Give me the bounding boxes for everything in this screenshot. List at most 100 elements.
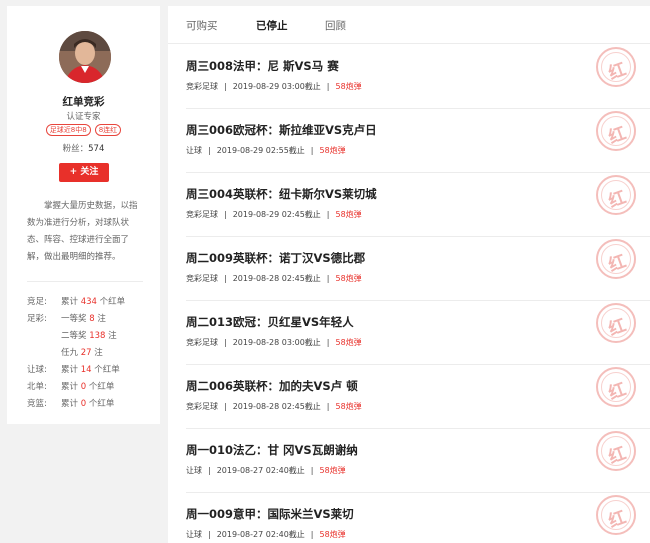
lottery-type: 让球 (186, 466, 202, 475)
recommendation-item[interactable]: 周二009英联杯：诺丁汉VS德比郡 竞彩足球 | 2019-08-28 02:45截止… (168, 236, 650, 300)
stamp-text: 红 (605, 315, 629, 341)
stat-prefix: 累计 (61, 382, 81, 392)
meta-separator: | (208, 466, 211, 475)
achievement-tag: 8连红 (94, 124, 122, 136)
red-result-stamp-icon: 红 (596, 111, 636, 151)
recommendation-item[interactable]: 周三006欧冠杯：斯拉维亚VS克卢日 让球 | 2019-08-29 02:55截止 |… (168, 108, 650, 172)
divider (27, 281, 143, 282)
recommendation-item[interactable]: 周三004英联杯：纽卡斯尔VS莱切城 竞彩足球 | 2019-08-29 02:45截… (168, 172, 650, 236)
meta-separator: | (208, 530, 211, 539)
item-meta: 让球 | 2019-08-27 02:40截止 | 58炮弹 (186, 529, 346, 540)
stat-value: 27 (80, 348, 92, 358)
red-result-stamp-icon: 红 (596, 239, 636, 279)
meta-separator: | (224, 82, 227, 91)
meta-separator: | (326, 402, 330, 411)
stat-row: 北单: 累计 0 个红单 (27, 379, 157, 396)
stat-prefix: 累计 (61, 399, 81, 409)
price: 58炮弹 (335, 402, 362, 411)
stat-suffix: 个红单 (91, 365, 120, 375)
lottery-type: 竞彩足球 (186, 274, 218, 283)
stat-prefix: 任九 (61, 348, 81, 358)
stamp-text: 红 (605, 187, 629, 213)
lottery-type: 竞彩足球 (186, 82, 218, 91)
lottery-type: 让球 (186, 146, 202, 155)
price: 58炮弹 (335, 274, 362, 283)
lottery-type: 竞彩足球 (186, 210, 218, 219)
meta-separator: | (310, 530, 314, 539)
match-title[interactable]: 周二006英联杯：加的夫VS卢 顿 (186, 378, 358, 394)
item-divider (186, 492, 650, 493)
tab-available[interactable]: 可购买 (186, 18, 218, 33)
fans-count: 粉丝：574 (7, 142, 160, 154)
match-title[interactable]: 周一009意甲：国际米兰VS莱切 (186, 506, 354, 522)
lottery-type: 竞彩足球 (186, 338, 218, 347)
deadline: 2019-08-27 02:40截止 (216, 466, 305, 475)
certification-label: 认证专家 (66, 112, 101, 122)
item-divider (186, 364, 650, 365)
stat-row: 足彩: 一等奖 8 注 (27, 311, 157, 328)
item-divider (186, 300, 650, 301)
stat-label: 竞足: (27, 297, 47, 307)
expert-name: 红单竞彩 (62, 96, 105, 108)
meta-separator: | (326, 82, 330, 91)
match-title[interactable]: 周一010法乙：甘 冈VS瓦朗谢纳 (186, 442, 358, 458)
red-result-stamp-icon: 红 (596, 431, 636, 471)
item-meta: 竞彩足球 | 2019-08-28 02:45截止 | 58炮弹 (186, 401, 362, 412)
deadline: 2019-08-27 02:40截止 (216, 530, 305, 539)
deadline: 2019-08-29 02:55截止 (216, 146, 305, 155)
stat-suffix: 个红单 (96, 297, 126, 307)
item-meta: 竞彩足球 | 2019-08-28 03:00截止 | 58炮弹 (186, 337, 362, 348)
stamp-text: 红 (605, 507, 629, 533)
stamp-text: 红 (605, 443, 629, 469)
stat-label: 竞篮: (27, 399, 47, 409)
stat-prefix: 累计 (61, 365, 81, 375)
meta-separator: | (310, 146, 314, 155)
item-meta: 竞彩足球 | 2019-08-28 02:45截止 | 58炮弹 (186, 273, 362, 284)
match-title[interactable]: 周三004英联杯：纽卡斯尔VS莱切城 (186, 186, 377, 202)
stat-row: 二等奖 138 注 (27, 328, 157, 345)
stat-row: 让球: 累计 14 个红单 (27, 362, 157, 379)
follow-button[interactable]: + 关注 (59, 163, 109, 182)
achievement-tag: 足球近8中8 (45, 124, 91, 136)
item-divider (186, 428, 650, 429)
meta-separator: | (326, 274, 330, 283)
recommendation-item[interactable]: 周一010法乙：甘 冈VS瓦朗谢纳让球 | 2019-08-27 02:40截止 | 5… (168, 428, 650, 492)
expert-profile-card: 红单竞彩 认证专家 足球近8中8 8连红 粉丝：574 + 关注 掌握大量历史数… (7, 6, 160, 424)
meta-separator: | (224, 274, 227, 283)
meta-separator: | (310, 466, 314, 475)
meta-separator: | (326, 210, 330, 219)
tab-bar: 可购买 已停止 回顾 (168, 6, 650, 44)
red-result-stamp-icon: 红 (596, 47, 636, 87)
match-title[interactable]: 周三008法甲：尼 斯VS马 赛 (186, 58, 339, 74)
deadline: 2019-08-28 03:00截止 (232, 338, 321, 347)
stat-row: 竞篮: 累计 0 个红单 (27, 396, 157, 413)
stat-label: 让球: (27, 365, 47, 375)
price: 58炮弹 (335, 82, 362, 91)
item-meta: 竞彩足球 | 2019-08-29 02:45截止 | 58炮弹 (186, 209, 362, 220)
match-title[interactable]: 周二009英联杯：诺丁汉VS德比郡 (186, 250, 365, 266)
recommendation-item[interactable]: 周二006英联杯：加的夫VS卢 顿竞彩足球 | 2019-08-28 02:45截止… (168, 364, 650, 428)
stat-label: 北单: (27, 382, 47, 392)
tab-stopped[interactable]: 已停止 (256, 18, 288, 33)
stat-row: 竞足: 累计 434 个红单 (27, 294, 157, 311)
expert-intro: 掌握大量历史数据，以指数为准进行分析，对球队状态、阵容、控球进行全面了解，做出最… (27, 201, 138, 262)
recommendation-item[interactable]: 周二013欧冠：贝红星VS年轻人 竞彩足球 | 2019-08-28 03:00截止 |… (168, 300, 650, 364)
price: 58炮弹 (319, 466, 346, 475)
avatar-photo-icon (59, 31, 111, 83)
meta-separator: | (224, 338, 227, 347)
tab-review[interactable]: 回顾 (325, 18, 346, 33)
fans-value: 574 (88, 144, 105, 154)
stat-suffix: 注 (105, 331, 117, 341)
match-title[interactable]: 周二013欧冠：贝红星VS年轻人 (186, 314, 354, 330)
item-meta: 让球 | 2019-08-27 02:40截止 | 58炮弹 (186, 465, 346, 476)
match-title[interactable]: 周三006欧冠杯：斯拉维亚VS克卢日 (186, 122, 377, 138)
recommendation-item[interactable]: 周三008法甲：尼 斯VS马 赛竞彩足球 | 2019-08-29 03:00截止 |… (168, 44, 650, 108)
stat-value: 14 (80, 365, 92, 375)
avatar[interactable] (59, 31, 111, 83)
red-result-stamp-icon: 红 (596, 303, 636, 343)
price: 58炮弹 (335, 338, 362, 347)
lottery-type: 竞彩足球 (186, 402, 218, 411)
red-result-stamp-icon: 红 (596, 367, 636, 407)
item-meta: 竞彩足球 | 2019-08-29 03:00截止 | 58炮弹 (186, 81, 362, 92)
recommendation-item[interactable]: 周一009意甲：国际米兰VS莱切 让球 | 2019-08-27 02:40截止 | 58… (168, 492, 650, 543)
